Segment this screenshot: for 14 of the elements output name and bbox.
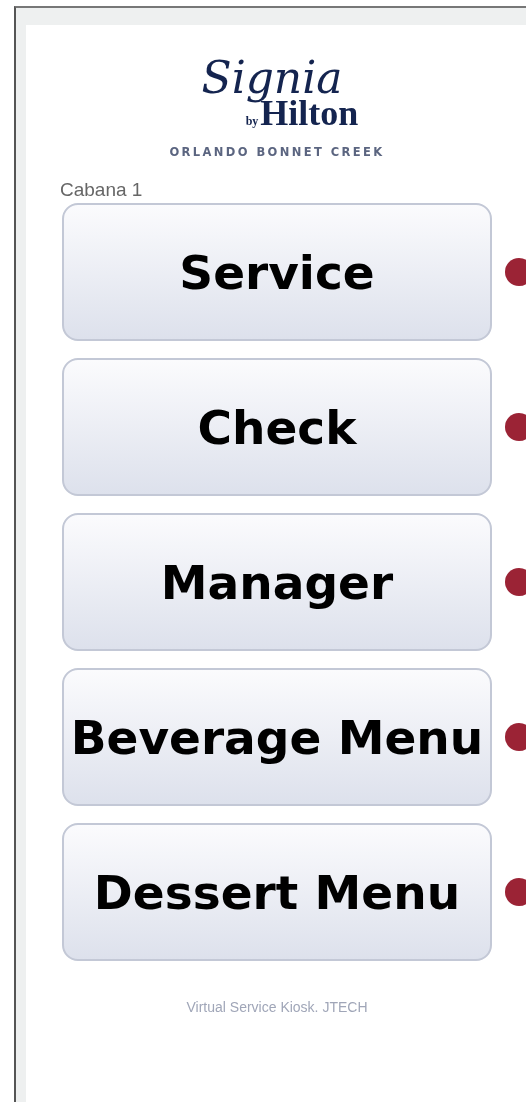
marker-icon: [505, 568, 526, 596]
request-button[interactable]: Beverage Menu: [62, 668, 492, 806]
location-subtitle: ORLANDO BONNET CREEK: [169, 145, 385, 159]
request-button[interactable]: Check: [62, 358, 492, 496]
marker-icon: [505, 258, 526, 286]
footer-text: Virtual Service Kiosk. JTECH: [186, 999, 368, 1015]
request-button[interactable]: Service: [62, 203, 492, 341]
marker-icon: [505, 413, 526, 441]
marker-icon: [505, 878, 526, 906]
marker-icon: [505, 723, 526, 751]
request-button[interactable]: Dessert Menu: [62, 823, 492, 961]
request-button[interactable]: Manager: [62, 513, 492, 651]
location-label: Cabana 1: [60, 179, 143, 201]
logo-by-text: by: [245, 114, 259, 129]
